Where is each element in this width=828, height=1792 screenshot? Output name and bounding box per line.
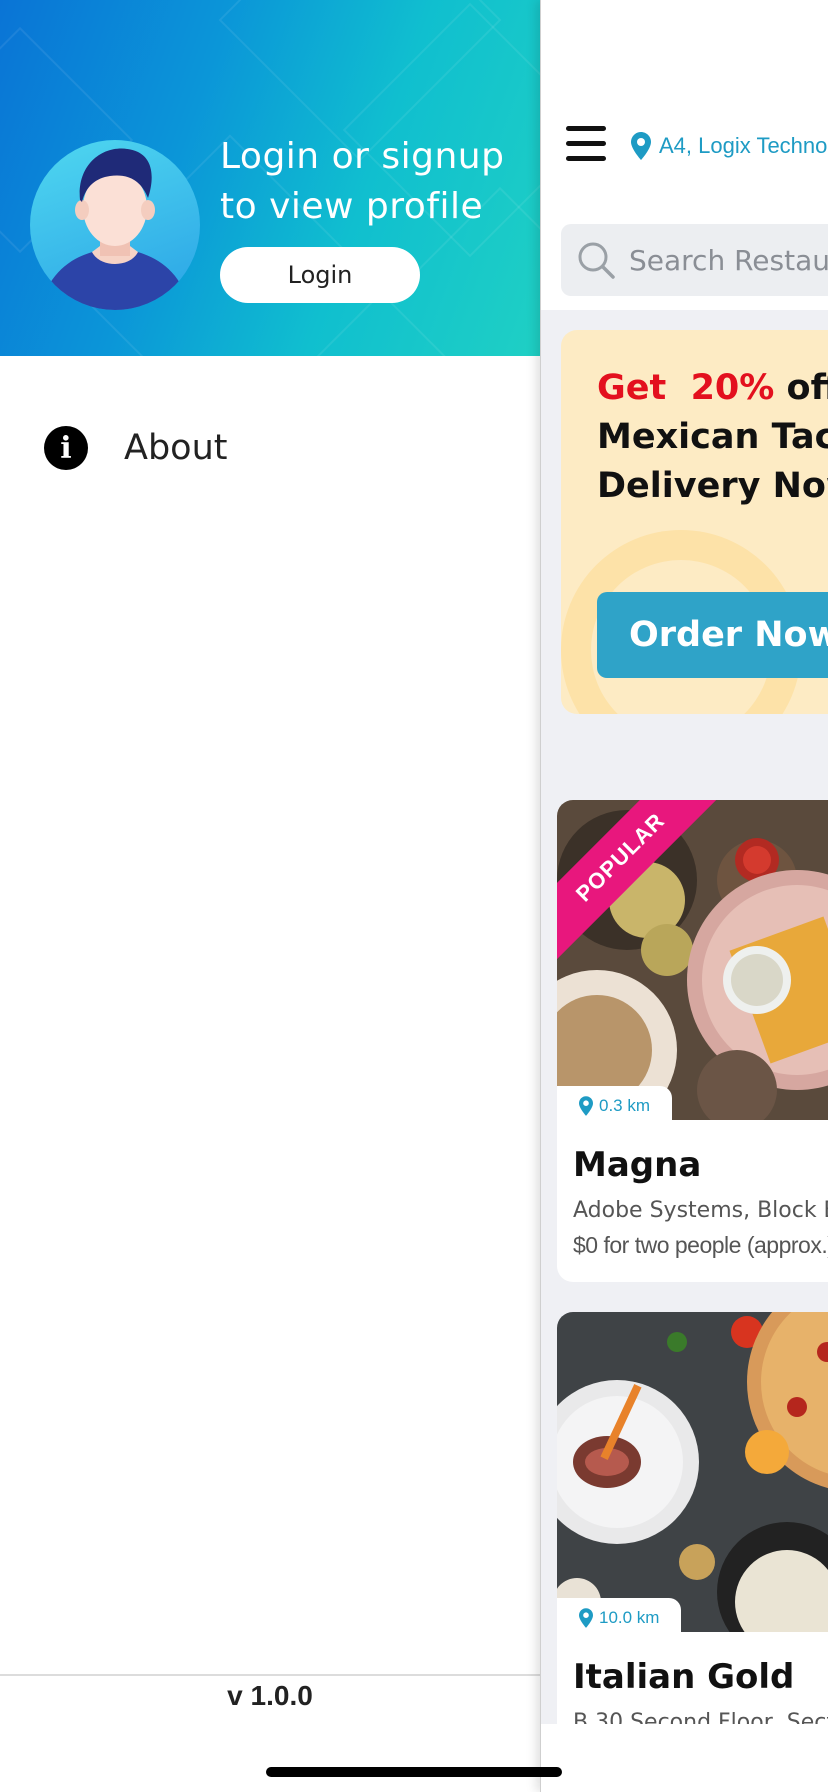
promo-line2: Mexican Taco xyxy=(597,417,828,457)
home-indicator[interactable] xyxy=(266,1767,562,1777)
order-now-button[interactable]: Order Now xyxy=(597,592,828,678)
bottom-area xyxy=(541,1724,828,1792)
restaurant-name: Magna xyxy=(573,1145,702,1185)
search-input[interactable]: Search Restaura xyxy=(561,224,828,296)
distance-text: 0.3 km xyxy=(599,1096,651,1115)
drawer-header: Login or signup to view profile Login xyxy=(0,0,540,356)
login-prompt-line2: to view profile xyxy=(220,186,484,227)
login-prompt-line1: Login or signup xyxy=(220,136,505,177)
footer-divider xyxy=(0,1674,540,1676)
distance-tag: 10.0 km xyxy=(557,1598,682,1638)
hamburger-menu-icon[interactable] xyxy=(566,126,606,162)
navigation-drawer: Login or signup to view profile Login i … xyxy=(0,0,540,1792)
menu-item-label: About xyxy=(124,428,228,468)
location-pin-icon xyxy=(631,132,651,160)
promo-banner[interactable]: Get 20% offe Mexican Taco Delivery Now O… xyxy=(561,330,828,714)
restaurant-price: $0 for two people (approx.) xyxy=(573,1232,828,1258)
location-selector[interactable]: A4, Logix Techno xyxy=(631,132,827,160)
menu-item-about[interactable]: i About xyxy=(44,425,227,471)
login-prompt: Login or signup to view profile xyxy=(220,132,520,232)
info-icon: i xyxy=(44,426,88,470)
login-button[interactable]: Login xyxy=(220,247,420,303)
search-icon xyxy=(578,242,615,279)
restaurant-name: Italian Gold xyxy=(573,1657,795,1697)
promo-line3: Delivery Now xyxy=(597,466,828,506)
location-text: A4, Logix Techno xyxy=(659,133,828,158)
search-placeholder: Search Restaura xyxy=(629,243,828,277)
promo-offer: offe xyxy=(786,368,828,408)
restaurant-address: Adobe Systems, Block B, S xyxy=(573,1198,828,1223)
location-pin-icon xyxy=(579,1608,593,1628)
restaurant-photo xyxy=(557,1312,828,1632)
restaurant-card[interactable]: POPULAR 0.3 km Magna Adobe Systems, Bloc… xyxy=(557,800,828,1282)
promo-line1: Get 20% offe xyxy=(597,368,828,408)
location-pin-icon xyxy=(579,1096,593,1116)
restaurant-photo xyxy=(557,800,828,1120)
app-version: v 1.0.0 xyxy=(227,1680,313,1711)
promo-percent: 20% xyxy=(690,368,775,408)
top-bar: A4, Logix Techno Search Restaura xyxy=(541,0,828,310)
main-screen: A4, Logix Techno Search Restaura Get 20%… xyxy=(540,0,828,1792)
distance-tag: 0.3 km xyxy=(557,1086,673,1126)
promo-get: Get xyxy=(597,368,667,408)
restaurant-card[interactable]: 10.0 km Italian Gold B 30 Second Floor, … xyxy=(557,1312,828,1792)
user-avatar-icon xyxy=(30,140,200,310)
distance-text: 10.0 km xyxy=(599,1608,660,1627)
